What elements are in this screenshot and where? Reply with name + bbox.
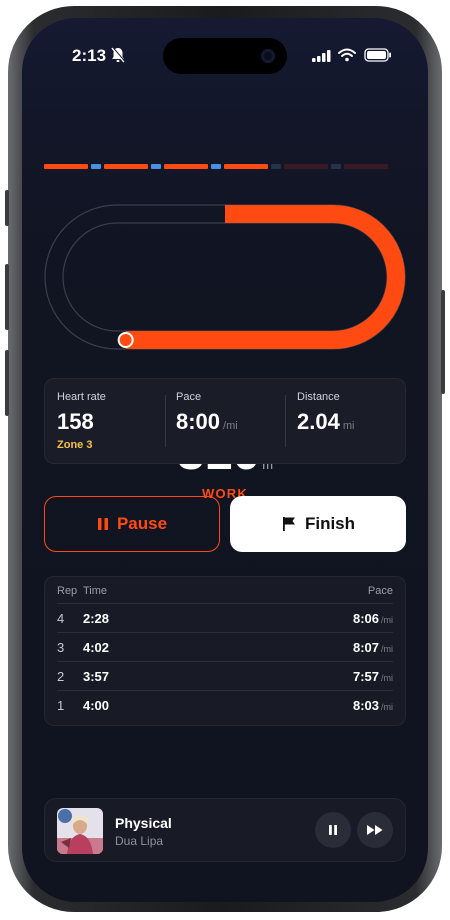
heart-rate-label: Heart rate: [57, 391, 106, 403]
distance-label: Distance: [297, 391, 340, 403]
fast-forward-icon: [367, 825, 383, 835]
lap-rep: 2: [57, 669, 65, 684]
progress-segment-work-done: [104, 164, 148, 169]
lap-pace-unit: /mi: [381, 615, 393, 625]
song-title: Physical: [115, 815, 172, 831]
lap-time: 4:02: [83, 640, 110, 655]
song-artist: Dua Lipa: [115, 834, 164, 848]
pace-value-row: 8:00/mi: [176, 409, 238, 435]
progress-segment-rest-pending: [271, 164, 281, 169]
distance-value-row: 2.04 mi: [297, 409, 354, 435]
pace-unit: /mi: [223, 420, 238, 432]
power-button: [441, 290, 445, 394]
pause-button[interactable]: Pause: [44, 496, 220, 552]
stats-card: Heart rate 158 Zone 3 Pace 8:00/mi Dista…: [44, 378, 406, 464]
pause-icon: [329, 825, 337, 835]
lap-pace-unit: /mi: [381, 644, 393, 654]
stat-divider: [285, 395, 286, 447]
heart-rate-value: 158: [57, 409, 94, 434]
interval-progress-bar: [44, 164, 406, 169]
heart-rate-zone: Zone 3: [57, 439, 93, 451]
track-inner-line: [62, 222, 388, 332]
rep-column-header: Rep: [57, 585, 78, 597]
progress-segment-work-done: [44, 164, 88, 169]
lap-pace-unit: /mi: [381, 673, 393, 683]
heart-rate-stat: Heart rate 158 Zone 3: [57, 391, 106, 451]
time-column-header: Time: [83, 585, 108, 597]
distance-stat: Distance 2.04 mi: [297, 391, 354, 435]
runner-position-marker: [117, 332, 134, 348]
lap-pace-unit: /mi: [381, 702, 393, 712]
lap-pace-value: 8:06: [352, 611, 379, 626]
pause-label: Pause: [116, 514, 168, 533]
album-art: [57, 808, 103, 854]
lap-pace-value: 7:57: [352, 669, 379, 684]
volume-down-button: [5, 350, 9, 416]
dynamic-island: [163, 38, 287, 74]
pace-label: Pace: [176, 391, 202, 403]
media-pause-button[interactable]: [315, 812, 351, 848]
lap-rep: 3: [57, 640, 65, 655]
track-visualization: 310m WORK: [44, 204, 406, 501]
table-row: 2 3:57 7:57/mi: [57, 661, 393, 690]
lap-pace-value: 8:03: [352, 698, 379, 713]
lap-time: 4:00: [83, 698, 110, 713]
lap-pace-value: 8:07: [352, 640, 379, 655]
track-outer-line: [44, 204, 406, 350]
flag-icon: [282, 517, 295, 531]
laps-header: Rep Time Pace: [57, 585, 393, 603]
pace-column-header: Pace: [367, 585, 393, 597]
progress-segment-work-active: [224, 164, 268, 169]
progress-segment-work-pending: [284, 164, 328, 169]
progress-segment-rest-pending: [331, 164, 341, 169]
pace-value: 8:00: [176, 409, 221, 434]
lap-pace: 8:07/mi: [353, 640, 393, 655]
progress-segment-work-done: [164, 164, 208, 169]
action-button: [5, 190, 9, 226]
lap-rep: 4: [57, 611, 65, 626]
lap-pace: 7:57/mi: [353, 669, 393, 684]
finish-label: Finish: [304, 514, 356, 533]
pace-stat: Pace 8:00/mi: [176, 391, 238, 435]
now-playing-card[interactable]: Physical Dua Lipa: [44, 798, 406, 862]
stat-divider: [165, 395, 166, 447]
wifi-icon: [338, 48, 356, 62]
lap-rep: 1: [57, 698, 65, 713]
cellular-signal-icon: [312, 50, 331, 62]
laps-table: Rep Time Pace 4 2:28 8:06/mi 3 4:02 8:07…: [44, 576, 406, 726]
battery-icon: [364, 48, 391, 62]
media-skip-forward-button[interactable]: [357, 812, 393, 848]
progress-segment-rest-done: [211, 164, 221, 169]
workout-screen: 2:13 310m WORK Heart: [22, 18, 428, 902]
volume-up-button: [5, 264, 9, 330]
progress-segment-work-pending: [344, 164, 388, 169]
table-row: 4 2:28 8:06/mi: [57, 603, 393, 632]
table-row: 1 4:00 8:03/mi: [57, 690, 393, 719]
progress-segment-rest-done: [151, 164, 161, 169]
progress-segment-rest-done: [91, 164, 101, 169]
front-camera: [261, 49, 275, 63]
status-time: 2:13: [72, 46, 107, 65]
total-distance-value: 2.04: [297, 409, 340, 434]
pause-icon: [97, 518, 108, 530]
table-row: 3 4:02 8:07/mi: [57, 632, 393, 661]
total-distance-unit: mi: [342, 420, 355, 432]
lap-time: 3:57: [83, 669, 110, 684]
lap-pace: 8:03/mi: [353, 698, 393, 713]
silent-bell-icon: [111, 46, 126, 63]
track-progress-fill: [125, 205, 405, 349]
lap-pace: 8:06/mi: [353, 611, 393, 626]
lap-time: 2:28: [83, 611, 110, 626]
finish-button[interactable]: Finish: [230, 496, 406, 552]
